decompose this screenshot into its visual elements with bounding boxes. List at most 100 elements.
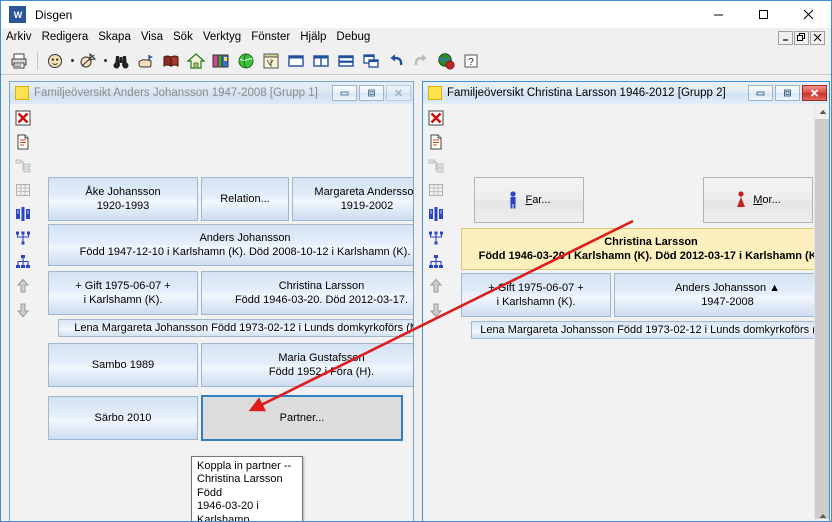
globe-icon[interactable] <box>234 49 258 73</box>
right-child-window: Familjeöversikt Christina Larsson 1946-2… <box>422 81 830 521</box>
female-figure-icon <box>735 191 747 209</box>
child-1-row[interactable]: Lena Margareta Johansson Född 1973-02-12… <box>471 321 830 339</box>
window-horizontal-icon[interactable] <box>334 49 358 73</box>
right-window-sidebar <box>423 104 449 521</box>
subject-box[interactable]: Anders Johansson Född 1947-12-10 i Karls… <box>48 224 413 266</box>
undo-icon[interactable] <box>384 49 408 73</box>
menu-redigera[interactable]: Redigera <box>37 28 94 47</box>
menu-skapa[interactable]: Skapa <box>93 28 136 47</box>
right-window-controls <box>748 85 829 101</box>
descendant-chart-icon[interactable] <box>14 229 32 247</box>
add-mother-button[interactable]: Mor... <box>703 177 813 223</box>
up-arrow-person-icon[interactable] <box>427 277 445 295</box>
mdi-close-button[interactable] <box>810 30 825 45</box>
right-window-scrollbar[interactable] <box>814 104 829 521</box>
marriage-2-box[interactable]: Sambo 1989 <box>48 343 198 387</box>
father-name: Åke Johansson <box>85 186 161 198</box>
menu-hjalp[interactable]: Hjälp <box>295 28 331 47</box>
app-title: Disgen <box>35 7 73 22</box>
add-partner-button[interactable]: Partner... <box>201 395 403 441</box>
left-window-sidebar <box>10 104 36 521</box>
application-window: W Disgen Arkiv Redigera Skapa Visa Sök V… <box>0 0 832 522</box>
mdi-restore-button[interactable] <box>794 30 809 45</box>
window-vertical-icon[interactable] <box>309 49 333 73</box>
tree-list-icon[interactable] <box>427 157 445 175</box>
person-icon[interactable] <box>43 49 67 73</box>
child-1-row[interactable]: Lena Margareta Johansson Född 1973-02-12… <box>58 319 413 337</box>
family-overview-icon[interactable] <box>14 205 32 223</box>
add-father-label: Far... <box>525 194 551 206</box>
print-icon[interactable] <box>7 49 31 73</box>
menu-visa[interactable]: Visa <box>136 28 168 47</box>
tree-list-icon[interactable] <box>14 157 32 175</box>
window-controls <box>696 1 831 28</box>
left-restore-button[interactable] <box>359 85 384 101</box>
right-minimize-button[interactable] <box>748 85 773 101</box>
maximize-button[interactable] <box>741 1 786 28</box>
grid-icon[interactable] <box>427 181 445 199</box>
calendar-icon[interactable] <box>259 49 283 73</box>
binoculars-icon[interactable] <box>109 49 133 73</box>
subject-details: Född 1946-03-20 i Karlshamn (K). Död 201… <box>478 250 824 262</box>
scroll-down-button[interactable] <box>815 508 829 521</box>
left-window-titlebar[interactable]: Familjeöversikt Anders Johansson 1947-20… <box>10 82 413 104</box>
right-window-titlebar[interactable]: Familjeöversikt Christina Larsson 1946-2… <box>423 82 829 104</box>
marriage-3-box[interactable]: Särbo 2010 <box>48 396 198 440</box>
menu-fonster[interactable]: Fönster <box>246 28 295 47</box>
help-icon[interactable]: ? <box>459 49 483 73</box>
mdi-minimize-button[interactable] <box>778 30 793 45</box>
window-single-icon[interactable] <box>284 49 308 73</box>
menu-debug[interactable]: Debug <box>331 28 375 47</box>
spouse-2-box[interactable]: Maria Gustafsson Född 1952 i Föra (H). <box>201 343 413 387</box>
main-titlebar: W Disgen <box>1 1 831 28</box>
grid-icon[interactable] <box>14 181 32 199</box>
window-cascade-icon[interactable] <box>359 49 383 73</box>
left-minimize-button[interactable] <box>332 85 357 101</box>
photos-icon[interactable] <box>209 49 233 73</box>
book-icon[interactable] <box>159 49 183 73</box>
descendant-chart-icon[interactable] <box>427 229 445 247</box>
mother-box[interactable]: Margareta Andersson 1919-2002 <box>292 177 413 221</box>
menu-verktyg[interactable]: Verktyg <box>198 28 246 47</box>
family-overview-icon[interactable] <box>427 205 445 223</box>
parents-relation-box[interactable]: Relation... <box>201 177 289 221</box>
person-edit-icon[interactable] <box>76 49 100 73</box>
toolbar-separator <box>37 51 38 70</box>
marriage-1-box[interactable]: + Gift 1975-06-07 + i Karlshamn (K). <box>48 271 198 315</box>
parents-relation-label: Relation... <box>220 193 270 205</box>
window-icon <box>15 86 29 100</box>
right-restore-button[interactable] <box>775 85 800 101</box>
document-icon[interactable] <box>14 133 32 151</box>
child-1-label: Lena Margareta Johansson Född 1973-02-12… <box>480 324 830 336</box>
scroll-thumb[interactable] <box>815 119 829 519</box>
close-button[interactable] <box>786 1 831 28</box>
up-arrow-person-icon[interactable] <box>14 277 32 295</box>
father-box[interactable]: Åke Johansson 1920-1993 <box>48 177 198 221</box>
right-close-button[interactable] <box>802 85 827 101</box>
world-icon[interactable] <box>434 49 458 73</box>
scroll-up-button[interactable] <box>815 104 829 119</box>
home-icon[interactable] <box>184 49 208 73</box>
spouse-1-box[interactable]: Anders Johansson ▲ 1947-2008 <box>614 273 829 317</box>
redo-icon[interactable] <box>409 49 433 73</box>
partner-tooltip: Koppla in partner -- Christina Larsson F… <box>191 456 303 521</box>
down-arrow-person-icon[interactable] <box>14 301 32 319</box>
close-red-x-icon[interactable] <box>427 109 445 127</box>
down-arrow-person-icon[interactable] <box>427 301 445 319</box>
document-icon[interactable] <box>427 133 445 151</box>
ancestor-chart-icon[interactable] <box>14 253 32 271</box>
menu-arkiv[interactable]: Arkiv <box>1 28 37 47</box>
left-close-button[interactable] <box>386 85 411 101</box>
minimize-button[interactable] <box>696 1 741 28</box>
subject-box[interactable]: Christina Larsson Född 1946-03-20 i Karl… <box>461 228 829 270</box>
marriage-1-box[interactable]: + Gift 1975-06-07 + i Karlshamn (K). <box>461 273 611 317</box>
left-window-body: Åke Johansson 1920-1993 Relation... Marg… <box>10 104 413 521</box>
spouse-1-box[interactable]: Christina Larsson Född 1946-03-20. Död 2… <box>201 271 413 315</box>
right-window-body: Far... Mor... Christina Larsson Född 194… <box>423 104 830 521</box>
ancestor-chart-icon[interactable] <box>427 253 445 271</box>
close-red-x-icon[interactable] <box>14 109 32 127</box>
add-father-button[interactable]: Far... <box>474 177 584 223</box>
menu-sok[interactable]: Sök <box>168 28 198 47</box>
hand-pointer-icon[interactable] <box>134 49 158 73</box>
left-child-window: Familjeöversikt Anders Johansson 1947-20… <box>9 81 414 521</box>
